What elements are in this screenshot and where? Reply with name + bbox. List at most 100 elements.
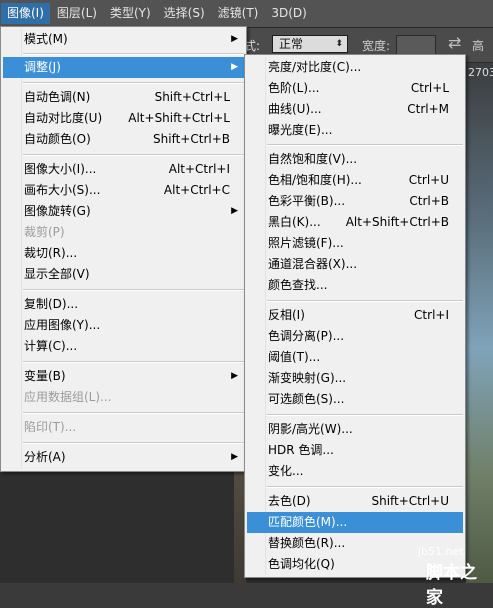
menu-item-label: 阴影/高光(W)... [268, 422, 353, 436]
menu-item-label: 阈值(T)... [268, 350, 321, 364]
canvas-readout: 2703 [468, 66, 493, 79]
submenu-arrow-icon: ▶ [231, 206, 238, 216]
menu-item-shortcut: Shift+Ctrl+L [154, 90, 230, 104]
menu-filter[interactable]: 滤镜(T) [212, 3, 265, 24]
menu-item-label: 照片滤镜(F)... [268, 236, 344, 250]
menu-item-label: 去色(D) [268, 494, 311, 508]
menu-item-label: 自动色调(N) [24, 90, 91, 104]
menu-item-shortcut: Ctrl+L [410, 81, 449, 95]
menubar: 图像(I) 图层(L) 类型(Y) 选择(S) 滤镜(T) 3D(D) [0, 0, 493, 28]
menu-separator [23, 361, 244, 363]
menu-image[interactable]: 图像(I) [1, 3, 50, 24]
menu-separator [23, 53, 244, 55]
menu-item-shortcut: Alt+Shift+Ctrl+L [128, 111, 230, 125]
menu-item-desaturate[interactable]: 去色(D) Shift+Ctrl+U [247, 491, 463, 512]
menu-item-shortcut: Shift+Ctrl+U [371, 494, 449, 508]
height-label: 高 [472, 39, 485, 53]
swap-icon[interactable]: ⇄ [448, 33, 461, 52]
menu-separator [23, 412, 244, 414]
menu-item-hdr-toning[interactable]: HDR 色调... [247, 440, 463, 461]
menu-separator [267, 486, 463, 488]
menu-item-auto-tone[interactable]: 自动色调(N) Shift+Ctrl+L [3, 87, 244, 108]
menu-item-label: 自然饱和度(V)... [268, 152, 358, 166]
menu-item-exposure[interactable]: 曝光度(E)... [247, 120, 463, 141]
menu-item-vibrance[interactable]: 自然饱和度(V)... [247, 149, 463, 170]
watermark-brand: 脚本之家 [426, 563, 477, 608]
menu-item-photo-filter[interactable]: 照片滤镜(F)... [247, 233, 463, 254]
menu-item-apply-image[interactable]: 应用图像(Y)... [3, 315, 244, 336]
menu-item-label: 黑白(K)... [268, 215, 321, 229]
menu-layer[interactable]: 图层(L) [51, 3, 103, 24]
menu-select[interactable]: 选择(S) [158, 3, 211, 24]
menu-item-gradient-map[interactable]: 渐变映射(G)... [247, 368, 463, 389]
submenu-arrow-icon: ▶ [231, 371, 238, 381]
menu-item-label: 可选颜色(S)... [268, 392, 345, 406]
menu-item-variations[interactable]: 变化... [247, 461, 463, 482]
menu-item-levels[interactable]: 色阶(L)... Ctrl+L [247, 78, 463, 99]
menu-item-auto-color[interactable]: 自动颜色(O) Shift+Ctrl+B [3, 129, 244, 150]
menu-item-brightness-contrast[interactable]: 亮度/对比度(C)... [247, 57, 463, 78]
menu-item-crop: 裁剪(P) [3, 222, 244, 243]
menu-item-selective-color[interactable]: 可选颜色(S)... [247, 389, 463, 410]
menu-item-label: 亮度/对比度(C)... [268, 60, 362, 74]
width-input[interactable] [396, 35, 436, 55]
mode-select[interactable]: 正常 ⬍ [272, 35, 348, 53]
menu-item-label: 色调分离(P)... [268, 329, 345, 343]
menu-item-trim[interactable]: 裁切(R)... [3, 243, 244, 264]
menu-separator [267, 144, 463, 146]
menu-item-variables[interactable]: 变量(B) ▶ [3, 366, 244, 387]
canvas-image [466, 63, 493, 583]
menu-item-apply-data-set: 应用数据组(L)... [3, 387, 244, 408]
menu-item-image-rotation[interactable]: 图像旋转(G) ▶ [3, 201, 244, 222]
menu-item-shortcut: Alt+Shift+Ctrl+B [345, 215, 449, 229]
menu-item-canvas-size[interactable]: 画布大小(S)... Alt+Ctrl+C [3, 180, 244, 201]
menu-item-label: 色调均化(Q) [268, 557, 335, 571]
menu-item-image-size[interactable]: 图像大小(I)... Alt+Ctrl+I [3, 159, 244, 180]
submenu-arrow-icon: ▶ [231, 34, 238, 44]
menu-item-label: 匹配颜色(M)... [268, 515, 348, 529]
menu-item-duplicate[interactable]: 复制(D)... [3, 294, 244, 315]
menu-separator [23, 442, 244, 444]
menu-item-label: 色彩平衡(B)... [268, 194, 346, 208]
menu-item-color-lookup[interactable]: 颜色查找... [247, 275, 463, 296]
menu-item-trap: 陷印(T)... [3, 417, 244, 438]
menu-item-posterize[interactable]: 色调分离(P)... [247, 326, 463, 347]
menu-item-calculations[interactable]: 计算(C)... [3, 336, 244, 357]
menu-item-label: 图像旋转(G) [24, 204, 91, 218]
menu-item-auto-contrast[interactable]: 自动对比度(U) Alt+Shift+Ctrl+L [3, 108, 244, 129]
menu-item-label: 分析(A) [24, 450, 66, 464]
watermark-site: jb51.net [418, 545, 464, 558]
menu-item-label: 反相(I) [268, 308, 305, 322]
menu-item-label: 自动颜色(O) [24, 132, 91, 146]
menu-item-shadows-highlights[interactable]: 阴影/高光(W)... [247, 419, 463, 440]
menu-item-shortcut: Shift+Ctrl+B [153, 132, 230, 146]
adjustments-submenu: 亮度/对比度(C)... 色阶(L)... Ctrl+L 曲线(U)... Ct… [244, 54, 466, 578]
menu-item-threshold[interactable]: 阈值(T)... [247, 347, 463, 368]
menu-item-shortcut: Ctrl+M [407, 102, 449, 116]
menu-item-curves[interactable]: 曲线(U)... Ctrl+M [247, 99, 463, 120]
menu-item-label: 曲线(U)... [268, 102, 322, 116]
menu-item-label: 自动对比度(U) [24, 111, 103, 125]
menu-item-mode[interactable]: 模式(M) ▶ [3, 29, 244, 50]
menu-item-adjust[interactable]: 调整(J) ▶ [3, 57, 244, 78]
menu-item-channel-mixer[interactable]: 通道混合器(X)... [247, 254, 463, 275]
menu-item-reveal-all[interactable]: 显示全部(V) [3, 264, 244, 285]
menu-separator [23, 289, 244, 291]
menu-type[interactable]: 类型(Y) [104, 3, 157, 24]
menu-item-color-balance[interactable]: 色彩平衡(B)... Ctrl+B [247, 191, 463, 212]
menu-3d[interactable]: 3D(D) [265, 3, 312, 24]
menu-item-match-color[interactable]: 匹配颜色(M)... [247, 512, 463, 533]
menu-item-label: 曝光度(E)... [268, 123, 333, 137]
menu-item-analysis[interactable]: 分析(A) ▶ [3, 447, 244, 468]
menu-separator [267, 414, 463, 416]
menu-item-label: 变量(B) [24, 369, 66, 383]
width-label: 宽度: [362, 39, 391, 53]
menu-item-black-white[interactable]: 黑白(K)... Alt+Shift+Ctrl+B [247, 212, 463, 233]
menu-item-shortcut: Ctrl+I [414, 308, 449, 322]
menu-item-label: 复制(D)... [24, 297, 79, 311]
menu-item-label: 裁切(R)... [24, 246, 78, 260]
menu-item-hue-saturation[interactable]: 色相/饱和度(H)... Ctrl+U [247, 170, 463, 191]
menu-item-label: 图像大小(I)... [24, 162, 97, 176]
menu-item-label: 变化... [268, 464, 304, 478]
menu-item-invert[interactable]: 反相(I) Ctrl+I [247, 305, 463, 326]
